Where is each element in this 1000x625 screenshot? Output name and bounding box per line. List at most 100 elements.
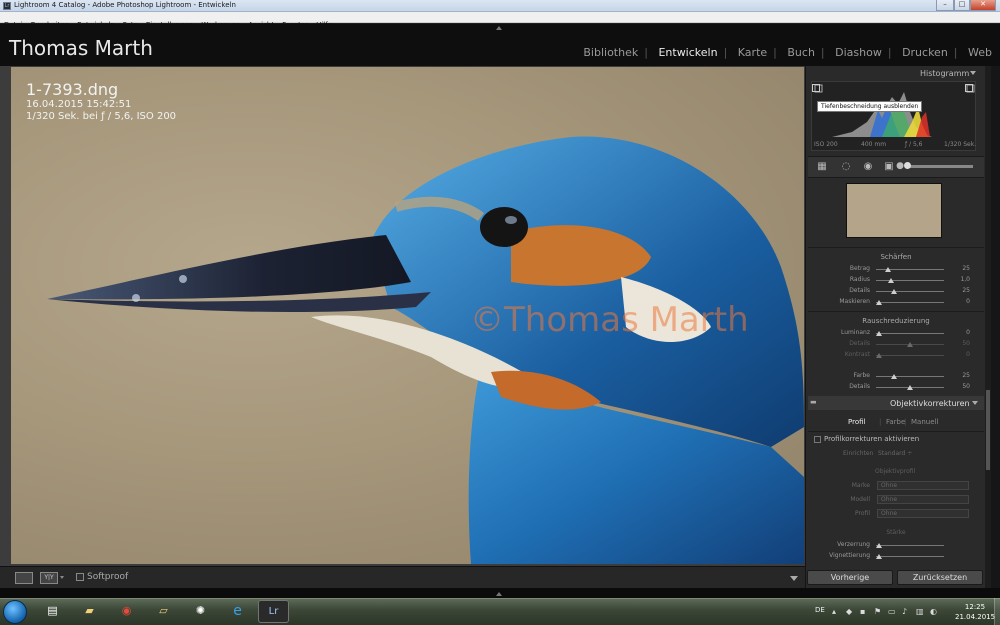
- minimize-button[interactable]: –: [936, 0, 954, 11]
- histogram-title[interactable]: Histogramm: [920, 69, 969, 78]
- tray-shield-icon[interactable]: ◆: [846, 607, 852, 616]
- reset-button[interactable]: Zurücksetzen: [897, 570, 983, 585]
- slider-track[interactable]: [876, 355, 944, 356]
- highlight-clipping-toggle[interactable]: [965, 84, 973, 92]
- histogram-aperture: ƒ / 5,6: [905, 141, 923, 148]
- slider-track[interactable]: [876, 556, 944, 557]
- slider-track[interactable]: [876, 333, 944, 334]
- slider-knob[interactable]: [891, 374, 897, 379]
- clock-date[interactable]: 21.04.2015: [955, 613, 995, 621]
- tab-farbe[interactable]: Farbe: [886, 418, 905, 426]
- slider-knob[interactable]: [885, 267, 891, 272]
- lens-collapse-icon[interactable]: [972, 401, 978, 405]
- tab-profil[interactable]: Profil: [848, 418, 865, 426]
- taskbar-explorer-icon[interactable]: ▰: [74, 600, 105, 623]
- tool-slider-knob[interactable]: [904, 162, 911, 169]
- before-after-view-icon[interactable]: Y|Y: [40, 572, 58, 584]
- top-panel-toggle-icon[interactable]: [496, 26, 502, 30]
- taskbar-folder-icon[interactable]: ▱: [148, 600, 179, 623]
- slider-track[interactable]: [876, 376, 944, 377]
- slider-knob[interactable]: [891, 289, 897, 294]
- slider-track[interactable]: [876, 302, 944, 303]
- shadow-clipping-toggle[interactable]: [812, 84, 820, 92]
- module-bibliothek[interactable]: Bibliothek: [583, 46, 638, 59]
- lens-field-select[interactable]: Ohne: [877, 481, 969, 490]
- slider-value[interactable]: 25: [956, 287, 970, 294]
- slider-value[interactable]: 0: [956, 329, 970, 336]
- histogram-collapse-icon[interactable]: [970, 71, 976, 75]
- close-button[interactable]: ✕: [970, 0, 996, 11]
- start-button[interactable]: [3, 600, 27, 624]
- histogram-iso: ISO 200: [814, 141, 838, 148]
- module-separator: |: [887, 46, 892, 59]
- tab-manuell[interactable]: Manuell: [911, 418, 938, 426]
- clock-time[interactable]: 12:25: [958, 603, 992, 611]
- slider-track[interactable]: [876, 280, 944, 281]
- slider-value[interactable]: 0: [956, 298, 970, 305]
- maximize-button[interactable]: □: [954, 0, 970, 11]
- noise-section-title: Rauschreduzierung: [862, 317, 930, 325]
- slider-knob[interactable]: [876, 300, 882, 305]
- lens-field-select[interactable]: Ohne: [877, 509, 969, 518]
- slider-knob[interactable]: [876, 554, 882, 559]
- slider-label: Kontrast: [844, 351, 870, 358]
- module-karte[interactable]: Karte: [738, 46, 767, 59]
- show-desktop-button[interactable]: [994, 598, 1000, 625]
- spot-removal-icon[interactable]: ◌: [839, 160, 853, 173]
- slider-label: Luminanz: [841, 329, 870, 336]
- network-icon[interactable]: ▥: [916, 607, 924, 616]
- previous-settings-button[interactable]: Vorherige: [807, 570, 893, 585]
- enable-profile-checkbox[interactable]: [814, 436, 821, 443]
- module-entwickeln[interactable]: Entwickeln: [658, 46, 717, 59]
- crop-overlay-icon[interactable]: ▦: [815, 160, 829, 173]
- module-drucken[interactable]: Drucken: [902, 46, 948, 59]
- tool-slider-track[interactable]: [907, 165, 973, 168]
- slider-knob[interactable]: [876, 353, 882, 358]
- slider-track[interactable]: [876, 291, 944, 292]
- slider-value[interactable]: 0: [956, 351, 970, 358]
- taskbar-app-icon[interactable]: ✺: [185, 600, 216, 623]
- slider-knob[interactable]: [907, 385, 913, 390]
- toolbar-menu-icon[interactable]: [790, 576, 798, 581]
- slider-value[interactable]: 50: [956, 340, 970, 347]
- slider-track[interactable]: [876, 545, 944, 546]
- window-titlebar[interactable]: Lr Lightroom 4 Catalog - Adobe Photoshop…: [0, 0, 1000, 12]
- module-diashow[interactable]: Diashow: [835, 46, 882, 59]
- panel-solo-icon[interactable]: ▬: [810, 398, 817, 406]
- slider-value[interactable]: 50: [956, 383, 970, 390]
- setup-select[interactable]: Standard ÷: [878, 450, 912, 457]
- lens-corrections-header[interactable]: ▬ Objektivkorrekturen: [808, 396, 984, 410]
- slider-value[interactable]: 25: [956, 372, 970, 379]
- view-dropdown-icon[interactable]: [60, 576, 64, 579]
- slider-value[interactable]: 1,0: [956, 276, 970, 283]
- taskbar-notepad-icon[interactable]: ▤: [37, 600, 68, 623]
- slider-knob[interactable]: [888, 278, 894, 283]
- taskbar-lightroom-icon[interactable]: Lr: [258, 600, 289, 623]
- slider-knob[interactable]: [876, 543, 882, 548]
- taskbar-ie-icon[interactable]: e: [222, 600, 253, 623]
- section-divider: [808, 431, 984, 432]
- window-title: Lightroom 4 Catalog - Adobe Photoshop Li…: [14, 1, 236, 9]
- volume-icon[interactable]: ♪: [902, 607, 907, 616]
- lens-tabs: Profil | Farbe | Manuell: [808, 413, 984, 429]
- slider-knob[interactable]: [907, 342, 913, 347]
- slider-value[interactable]: 25: [956, 265, 970, 272]
- histogram-focal: 400 mm: [861, 141, 887, 148]
- loupe-view-icon[interactable]: [15, 572, 33, 584]
- slider-knob[interactable]: [876, 331, 882, 336]
- tray-power-icon[interactable]: ◐: [930, 607, 937, 616]
- softproof-checkbox[interactable]: [76, 573, 84, 581]
- slider-label: Radius: [849, 276, 870, 283]
- module-buch[interactable]: Buch: [787, 46, 815, 59]
- panel-scrollbar-thumb[interactable]: [986, 390, 990, 470]
- tray-flag-icon[interactable]: ⚑: [874, 607, 881, 616]
- input-language-indicator[interactable]: DE: [815, 606, 825, 614]
- tray-app-icon[interactable]: ▪: [860, 607, 865, 616]
- tray-expand-icon[interactable]: ▴: [832, 607, 836, 616]
- tray-monitor-icon[interactable]: ▭: [888, 607, 896, 616]
- filmstrip-toggle-icon[interactable]: [496, 592, 502, 596]
- taskbar-chrome-icon[interactable]: ◉: [111, 600, 142, 623]
- module-web[interactable]: Web: [968, 46, 992, 59]
- red-eye-icon[interactable]: ◉: [861, 160, 875, 173]
- lens-field-select[interactable]: Ohne: [877, 495, 969, 504]
